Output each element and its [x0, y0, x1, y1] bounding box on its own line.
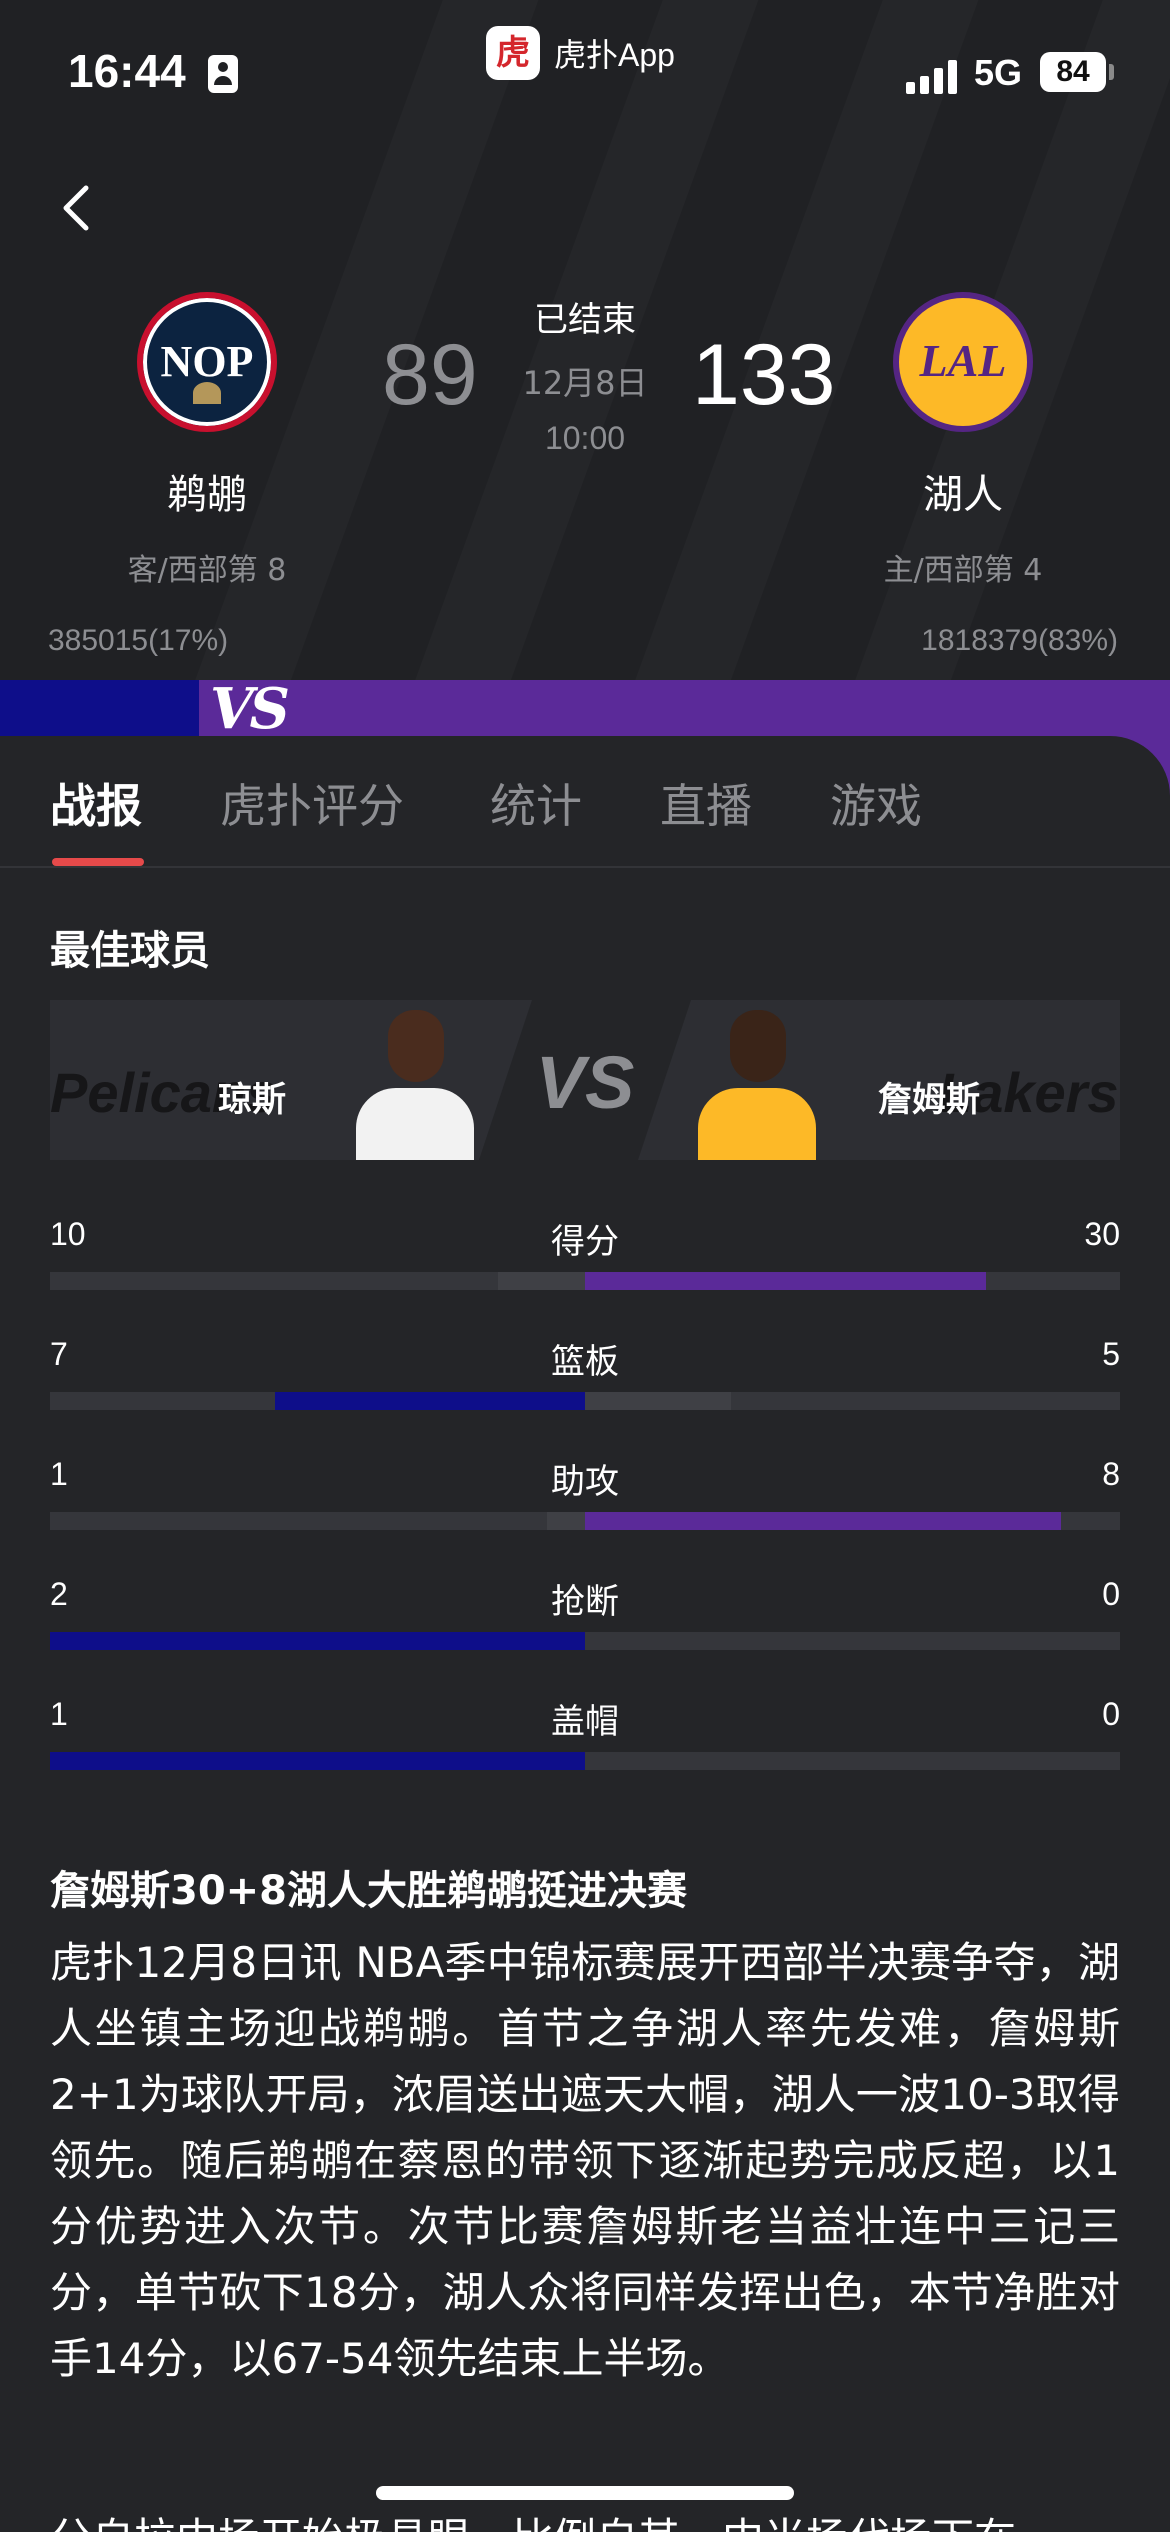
- stat-row: 1 助攻 8: [50, 1456, 1120, 1546]
- stat-bar-fill: [585, 1272, 986, 1290]
- pelican-emblem-icon: [193, 382, 221, 404]
- away-support-fill: [0, 680, 199, 736]
- stat-bar-track: [50, 1392, 1120, 1410]
- players-vs: VS: [535, 1041, 635, 1124]
- lakers-logo[interactable]: LAL: [893, 292, 1033, 432]
- stat-row: 7 篮板 5: [50, 1336, 1120, 1426]
- tab-game[interactable]: 游戏: [830, 770, 922, 836]
- stat-home-value: 5: [1102, 1336, 1120, 1372]
- stat-bar-track: [50, 1512, 1120, 1530]
- best-players-title: 最佳球员: [50, 928, 210, 974]
- stat-home-value: 30: [1084, 1216, 1120, 1252]
- away-player-card[interactable]: Pelicans 琼斯: [50, 1000, 532, 1160]
- away-support-count: 385015(17%): [48, 624, 229, 657]
- home-team-rank: 主/西部第 4: [883, 553, 1043, 588]
- away-team-rank: 客/西部第 8: [127, 553, 287, 588]
- stat-row: 10 得分 30: [50, 1216, 1120, 1306]
- status-bar: 16:44 虎 虎扑App 5G 84: [0, 0, 1170, 140]
- tab-stats[interactable]: 统计: [490, 770, 582, 836]
- support-bar[interactable]: [0, 680, 1170, 736]
- active-tab-indicator: [52, 858, 144, 866]
- stat-home-value: 8: [1102, 1456, 1120, 1492]
- pelicans-logo[interactable]: NOP: [137, 292, 277, 432]
- player-head: [388, 1010, 444, 1082]
- away-score: 89: [382, 327, 478, 423]
- game-time: 10:00: [544, 420, 626, 456]
- stat-label: 得分: [551, 1222, 619, 1262]
- network-label: 5G: [974, 52, 1023, 93]
- status-time: 16:44: [68, 45, 186, 97]
- stat-bar-half: [585, 1392, 731, 1410]
- tab-bar: 战报 虎扑评分 统计 直播 游戏: [0, 736, 1170, 868]
- pelicans-logo-text: NOP: [160, 337, 254, 386]
- away-team-name[interactable]: 鹈鹕: [87, 462, 327, 520]
- battery-tip: [1109, 64, 1114, 80]
- player-head: [730, 1010, 786, 1082]
- stat-row: 1 盖帽 0: [50, 1696, 1120, 1786]
- stat-bar-fill: [50, 1752, 585, 1770]
- stat-bar-fill: [585, 1512, 1061, 1530]
- article-next-line: 分自拉中场开始极具眼，比例自其一中当场代场下在: [50, 2506, 1120, 2532]
- stat-label: 助攻: [551, 1462, 619, 1502]
- game-status: 已结束: [534, 300, 636, 340]
- stat-label: 抢断: [551, 1582, 619, 1622]
- home-player-card[interactable]: Lakers 詹姆斯: [638, 1000, 1120, 1160]
- chevron-left-icon: [63, 185, 89, 231]
- stat-bar-fill: [50, 1632, 585, 1650]
- player-jersey: [698, 1088, 816, 1160]
- app-indicator[interactable]: 虎 虎扑App: [486, 26, 675, 80]
- stat-bar-track: [50, 1632, 1120, 1650]
- hupu-logo-icon: 虎: [486, 26, 540, 80]
- person-icon: [208, 55, 238, 93]
- stat-bar-track: [50, 1272, 1120, 1290]
- home-score: 133: [692, 327, 836, 423]
- stat-home-value: 0: [1102, 1696, 1120, 1732]
- home-team-name[interactable]: 湖人: [843, 462, 1083, 520]
- battery-icon: 84: [1040, 52, 1106, 92]
- home-player-photo: [698, 1010, 816, 1160]
- game-date: 12月8日: [522, 364, 648, 402]
- vs-mark: VS: [210, 676, 290, 742]
- stat-bar-track: [50, 1752, 1120, 1770]
- away-player-name: 琼斯: [218, 1080, 286, 1120]
- tab-rating[interactable]: 虎扑评分: [220, 770, 404, 836]
- tab-report[interactable]: 战报: [50, 770, 142, 836]
- tab-live[interactable]: 直播: [660, 770, 752, 836]
- home-indicator[interactable]: [376, 2486, 794, 2500]
- stat-label: 盖帽: [551, 1702, 619, 1742]
- stat-bar-half: [498, 1272, 585, 1290]
- article-body: 虎扑12月8日讯 NBA季中锦标赛展开西部半决赛争夺，湖人坐镇主场迎战鹈鹕。首节…: [50, 1938, 1120, 2383]
- home-support-count: 1818379(83%): [921, 624, 1118, 657]
- app-name: 虎扑App: [554, 37, 675, 73]
- article-title: 詹姆斯30+8湖人大胜鹈鹕挺进决赛: [50, 1868, 688, 1914]
- player-jersey: [356, 1088, 474, 1160]
- stat-row: 2 抢断 0: [50, 1576, 1120, 1666]
- stat-bar-fill: [275, 1392, 585, 1410]
- stat-home-value: 0: [1102, 1576, 1120, 1612]
- away-player-photo: [356, 1010, 474, 1160]
- signal-icon: [906, 60, 960, 94]
- back-button[interactable]: [56, 178, 104, 238]
- stat-bar-half: [547, 1512, 585, 1530]
- stat-label: 篮板: [551, 1342, 619, 1382]
- home-player-name: 詹姆斯: [878, 1080, 980, 1120]
- lakers-logo-text: LAL: [919, 335, 1007, 386]
